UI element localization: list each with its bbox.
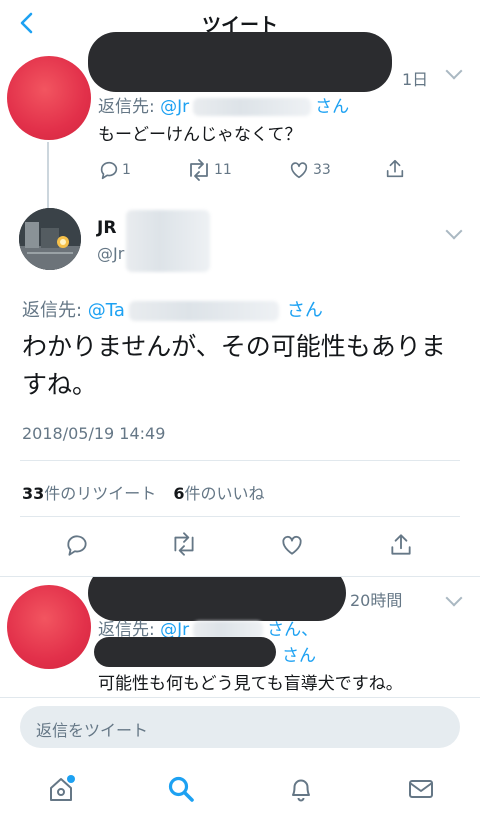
like-button[interactable]: [279, 532, 305, 558]
chevron-down-icon: [445, 222, 463, 240]
heart-icon: [290, 162, 308, 179]
main-tweet: JR @Jr 返信先: @Ta さん わかりませんが、その可能性もありますね。 2…: [0, 196, 480, 576]
engagement-stats: 33件のリツイート 6件のいいね: [22, 480, 265, 504]
redacted-name: [88, 32, 392, 92]
redacted-author: [126, 210, 210, 272]
likes-stat[interactable]: 6件のいいね: [173, 484, 264, 503]
retweet-icon: [190, 159, 208, 181]
tweet-text: わかりませんが、その可能性もありますね。: [22, 332, 446, 399]
retweet-count: 11: [214, 162, 232, 178]
reply-to: 返信先: @Jr さん: [98, 97, 350, 117]
heart-icon: [282, 535, 302, 555]
tweet-time: 1日: [402, 70, 429, 89]
notifications-icon: [292, 779, 310, 802]
reply-handle[interactable]: @Jr: [160, 97, 189, 117]
retweets-stat[interactable]: 33件のリツイート: [22, 484, 156, 503]
home-icon: [50, 775, 75, 801]
avatar[interactable]: [7, 56, 91, 140]
like-count: 33: [313, 162, 331, 178]
retweet-button[interactable]: 11: [186, 158, 232, 182]
more-button[interactable]: [444, 62, 464, 82]
reply-button[interactable]: 1: [98, 158, 131, 182]
timestamp: 2018/05/19 14:49: [22, 424, 166, 443]
reply-button[interactable]: [64, 532, 90, 558]
share-icon: [386, 159, 404, 178]
avatar-main[interactable]: [19, 208, 81, 270]
divider: [20, 460, 460, 461]
station-photo-avatar: [19, 208, 81, 270]
search-icon: [168, 776, 194, 802]
more-button[interactable]: [444, 589, 464, 609]
chevron-down-icon: [445, 589, 463, 607]
composer-divider: [0, 697, 480, 698]
share-button[interactable]: [384, 158, 408, 182]
tweet-reply[interactable]: 20時間 返信先: @Jr さん、 さん 可能性も何もどう見ても盲導犬ですね。: [0, 577, 480, 697]
more-button[interactable]: [444, 222, 464, 242]
nav-search[interactable]: [166, 774, 196, 804]
author-name[interactable]: JR: [97, 218, 116, 238]
tweet-text: 可能性も何もどう見ても盲導犬ですね。: [98, 674, 403, 694]
redacted-handle: [193, 98, 312, 116]
chevron-down-icon: [445, 62, 463, 80]
author-handle[interactable]: @Jr: [97, 244, 124, 263]
tweet-parent[interactable]: 1日 返信先: @Jr さん もーどーけんじゃなくて？ 1 11 33: [0, 32, 480, 252]
nav-messages[interactable]: [406, 774, 436, 804]
retweet-button[interactable]: [170, 532, 198, 558]
reply-handle[interactable]: @Ta: [88, 300, 125, 321]
nav-home[interactable]: [46, 774, 76, 804]
reply-count: 1: [122, 162, 131, 178]
reply-suffix: さん: [282, 646, 316, 666]
reply-icon: [67, 535, 87, 556]
redacted-handle: [128, 301, 279, 321]
tweet-text: もーどーけんじゃなくて？: [98, 125, 302, 145]
avatar[interactable]: [7, 585, 91, 669]
like-button[interactable]: 33: [288, 158, 331, 182]
messages-icon: [409, 780, 433, 798]
reply-to: 返信先: @Ta さん: [22, 300, 323, 321]
bottom-nav: [0, 760, 480, 822]
reply-icon: [100, 161, 118, 180]
retweet-icon: [174, 532, 194, 556]
tweet-time: 20時間: [350, 591, 403, 610]
reply-composer[interactable]: 返信をツイート: [20, 706, 460, 748]
share-icon: [391, 534, 411, 555]
reply-input-placeholder[interactable]: 返信をツイート: [36, 717, 148, 741]
share-button[interactable]: [388, 532, 414, 558]
redacted-mention: [94, 637, 276, 667]
nav-notifications[interactable]: [286, 774, 316, 804]
divider: [20, 516, 460, 517]
